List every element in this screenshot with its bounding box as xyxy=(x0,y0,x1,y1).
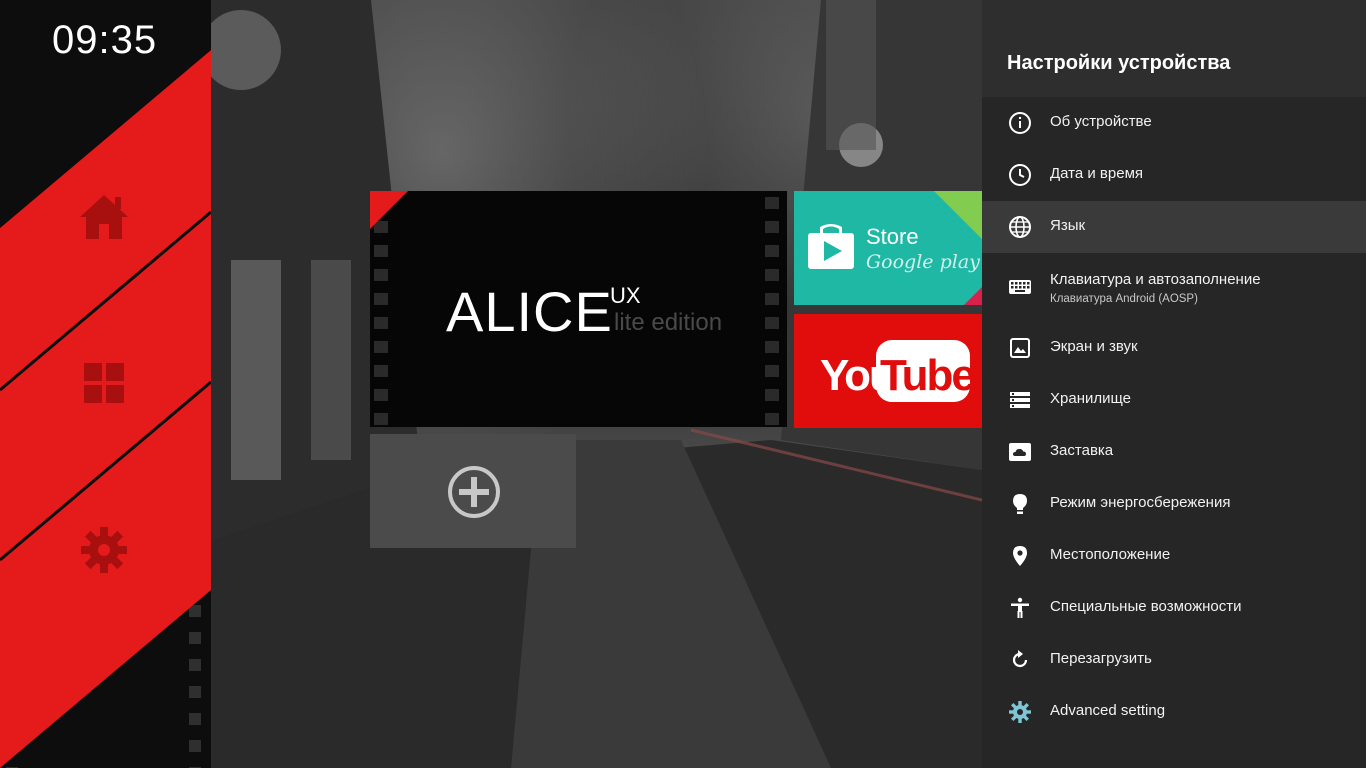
plus-circle-icon xyxy=(448,466,500,518)
settings-item-label: Заставка xyxy=(1050,442,1114,459)
settings-item-label: Перезагрузить xyxy=(1050,650,1152,667)
alice-subtitle: lite edition xyxy=(614,309,723,336)
settings-item-language[interactable]: Язык xyxy=(982,201,1366,253)
apps-grid-icon[interactable] xyxy=(78,357,130,409)
settings-item-label: Местоположение xyxy=(1050,546,1171,563)
info-icon xyxy=(1009,112,1031,134)
storage-icon xyxy=(1010,392,1030,408)
gear-icon[interactable] xyxy=(78,524,130,576)
globe-icon xyxy=(1009,216,1031,238)
youtube-logo: YouTube xyxy=(820,340,976,402)
youtube-you-text: YouTube xyxy=(820,351,974,400)
alice-ux-superscript: UX xyxy=(610,283,641,308)
advanced-gear-icon xyxy=(1009,701,1031,723)
add-app-tile[interactable] xyxy=(370,434,576,548)
store-title: Store xyxy=(866,224,919,249)
location-icon xyxy=(1013,546,1027,566)
clock-icon xyxy=(1009,164,1031,186)
alice-ux-tile[interactable]: ALICE UX lite edition xyxy=(370,191,787,427)
youtube-tile[interactable]: YouTube xyxy=(794,314,982,428)
settings-title: Настройки устройства xyxy=(982,0,1366,97)
settings-item-label: Дата и время xyxy=(1050,165,1144,182)
film-strip-right xyxy=(765,191,779,427)
red-corner-flag xyxy=(370,191,408,229)
settings-item-label: Об устройстве xyxy=(1050,113,1152,130)
settings-item-label: Advanced setting xyxy=(1050,702,1166,719)
play-store-bag-icon xyxy=(808,224,854,269)
settings-item-label: Специальные возможности xyxy=(1050,598,1242,615)
settings-item-date-time[interactable]: Дата и время xyxy=(982,149,1366,201)
settings-item-screensaver[interactable]: Заставка xyxy=(982,426,1366,478)
settings-item-display-sound[interactable]: Экран и звук xyxy=(982,322,1366,374)
accessibility-icon xyxy=(1011,597,1029,618)
settings-item-power-saving[interactable]: Режим энергосбережения xyxy=(982,478,1366,530)
wallpaper-street: ALICE UX lite edition Store Google play … xyxy=(211,0,982,768)
image-icon xyxy=(1010,338,1030,358)
settings-item-storage[interactable]: Хранилище xyxy=(982,374,1366,426)
settings-item-location[interactable]: Местоположение xyxy=(982,530,1366,582)
settings-item-label: Экран и звук xyxy=(1050,338,1138,355)
settings-item-label: Язык xyxy=(1050,217,1086,234)
settings-item-advanced[interactable]: Advanced setting xyxy=(982,686,1366,738)
settings-item-sublabel: Клавиатура Android (AOSP) xyxy=(1050,293,1198,305)
clock: 09:35 xyxy=(52,18,158,62)
settings-item-label: Хранилище xyxy=(1050,390,1131,407)
google-play-store-tile[interactable]: Store Google play xyxy=(794,191,982,305)
device-settings-panel: Настройки устройства Об устройстве Дата … xyxy=(982,0,1366,768)
alice-logo: ALICE xyxy=(446,280,613,343)
launcher-sidebar: 09:35 xyxy=(0,0,211,768)
settings-item-label: Режим энергосбережения xyxy=(1050,494,1231,511)
keyboard-icon xyxy=(1009,280,1031,294)
restart-icon xyxy=(1012,650,1028,668)
settings-item-accessibility[interactable]: Специальные возможности xyxy=(982,582,1366,634)
store-subtitle: Google play xyxy=(866,251,980,273)
screensaver-icon xyxy=(1009,443,1031,461)
settings-item-restart[interactable]: Перезагрузить xyxy=(982,634,1366,686)
lightbulb-icon xyxy=(1013,494,1027,514)
home-icon[interactable] xyxy=(78,191,130,243)
settings-item-keyboard[interactable]: Клавиатура и автозаполнение Клавиатура A… xyxy=(982,253,1366,313)
settings-item-about[interactable]: Об устройстве xyxy=(982,97,1366,149)
settings-item-label: Клавиатура и автозаполнение xyxy=(1050,271,1261,288)
